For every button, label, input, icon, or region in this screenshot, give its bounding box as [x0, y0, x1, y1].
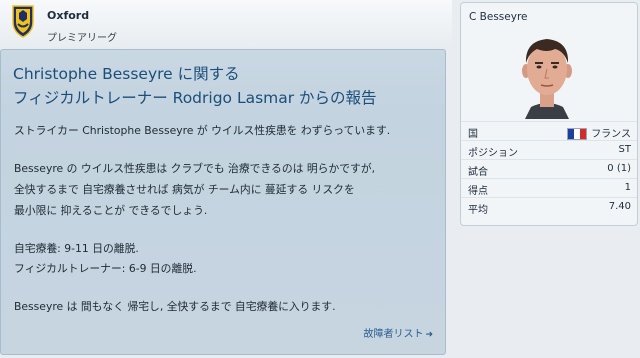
report-text-line: Besseyre は 間もなく 帰宅し, 全快するまで 自宅療養に入ります.: [14, 300, 336, 313]
report-text-line: フィジカルトレーナー: 6-9 日の離脱.: [14, 262, 197, 275]
report-text-line: 自宅療養: 9-11 日の離脱.: [14, 242, 139, 255]
injury-list-link-label: 故障者リスト: [363, 329, 424, 340]
stat-row-goals: 得点 1: [461, 178, 637, 197]
stat-value: 0 (1): [607, 163, 631, 174]
stat-row-nationality: 国 フランス: [461, 121, 637, 140]
club-crest-icon[interactable]: [10, 4, 36, 38]
stat-value: 1: [624, 182, 631, 193]
stat-row-apps: 試合 0 (1): [461, 159, 637, 178]
stat-value: 7.40: [608, 201, 631, 212]
report-text-line: 最小限に 抑えることが できるでしょう.: [14, 204, 208, 217]
report-text-line: ストライカー Christophe Besseyre が ウイルス性疾患を わず…: [14, 124, 391, 137]
stat-label: ポジション: [468, 148, 518, 159]
france-flag-icon: [567, 128, 588, 140]
stat-label: 試合: [468, 167, 488, 178]
stat-value: フランス: [591, 129, 631, 140]
report-text-line: 全快するまで 自宅療養させれば 病気が チーム内に 蔓延する リスクを: [14, 183, 355, 196]
player-name[interactable]: C Besseyre: [469, 11, 528, 23]
injury-report-panel: Christophe Besseyre に関する フィジカルトレーナー Rodr…: [0, 49, 446, 355]
player-card: C Besseyre 国 フランス ポジション ST 試合 0 (1) 得点 1…: [460, 2, 638, 226]
stat-value: ST: [618, 144, 631, 155]
stat-row-average: 平均 7.40: [461, 197, 637, 216]
club-name[interactable]: Oxford: [47, 9, 89, 22]
report-title: Christophe Besseyre に関する フィジカルトレーナー Rodr…: [13, 62, 438, 110]
stat-row-position: ポジション ST: [461, 140, 637, 159]
arrow-right-icon: ➜: [425, 330, 433, 340]
league-name[interactable]: プレミアリーグ: [47, 29, 117, 44]
player-portrait: [522, 39, 572, 119]
stat-label: 国: [468, 129, 478, 140]
report-title-line-2: フィジカルトレーナー Rodrigo Lasmar からの報告: [13, 89, 377, 107]
club-header: Oxford プレミアリーグ: [0, 0, 452, 50]
report-text-line: Besseyre の ウイルス性疾患は クラブでも 治療できるのは 明らかですが…: [14, 162, 376, 175]
stat-label: 平均: [468, 205, 488, 216]
injury-list-link[interactable]: 故障者リスト ➜: [363, 325, 433, 340]
report-title-line-1: Christophe Besseyre に関する: [13, 65, 240, 83]
nationality-value[interactable]: フランス: [567, 125, 631, 140]
stat-label: 得点: [468, 186, 488, 197]
